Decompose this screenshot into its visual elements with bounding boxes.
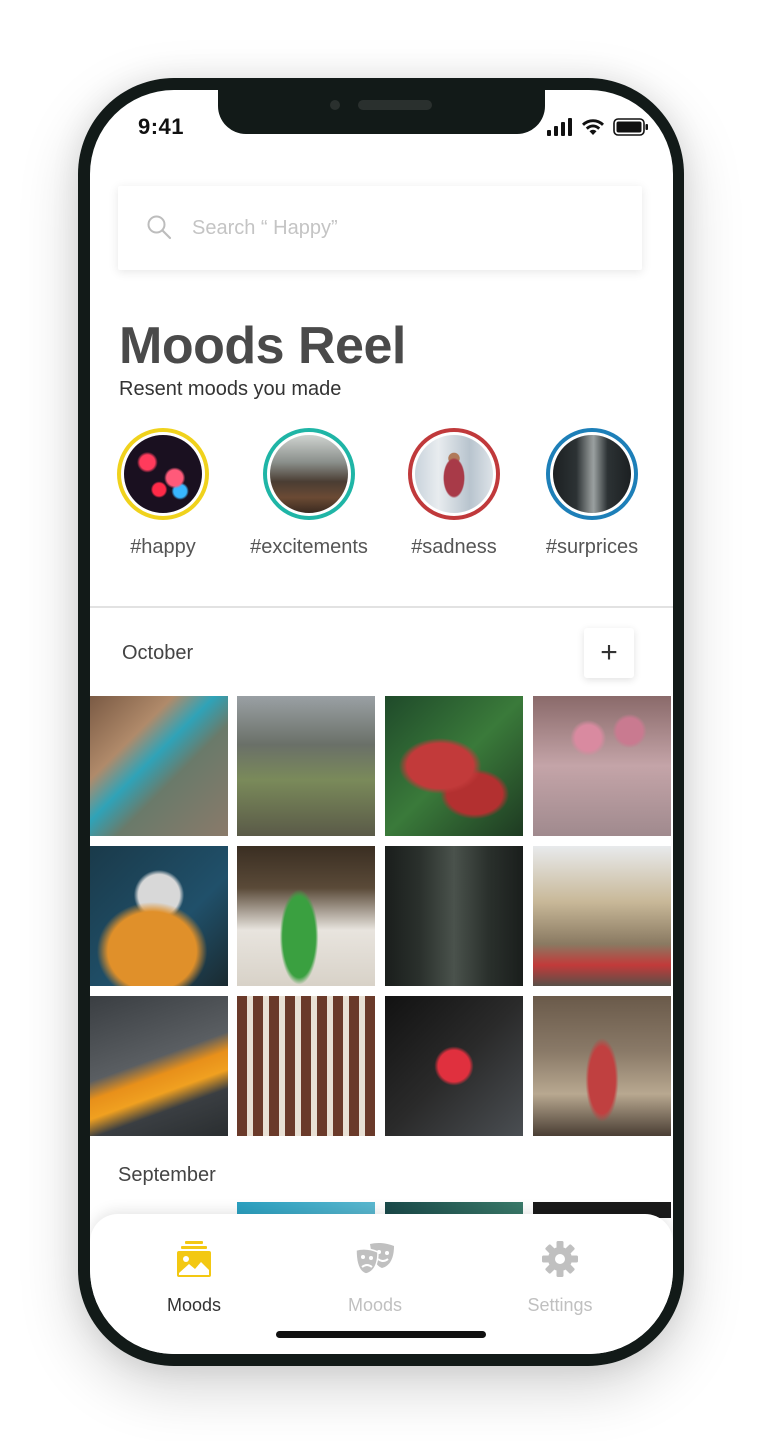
month-label-october: October bbox=[122, 642, 194, 664]
gear-icon bbox=[542, 1241, 578, 1277]
page-subtitle: Resent moods you made bbox=[119, 378, 342, 400]
story-label: #sadness bbox=[411, 536, 497, 558]
wifi-icon bbox=[582, 119, 604, 135]
story-label: #excitements bbox=[250, 536, 368, 558]
photo-tile[interactable] bbox=[90, 996, 228, 1136]
story-label: #happy bbox=[130, 536, 196, 558]
speaker-grille bbox=[358, 100, 432, 110]
cellular-signal-icon bbox=[547, 118, 572, 136]
tab-label: Moods bbox=[166, 1295, 222, 1315]
tab-label: Settings bbox=[527, 1295, 593, 1315]
photo-tile[interactable] bbox=[237, 696, 375, 836]
story-thumbnail bbox=[121, 432, 205, 516]
story-ring bbox=[263, 428, 355, 520]
add-mood-button[interactable]: + bbox=[584, 628, 634, 678]
photo-tile[interactable] bbox=[90, 696, 228, 836]
photo-tile[interactable] bbox=[385, 846, 523, 986]
tab-moods-masks[interactable]: Moods bbox=[300, 1240, 450, 1316]
month-label-september: September bbox=[118, 1164, 216, 1186]
camera-dot bbox=[330, 100, 340, 110]
photo-tile[interactable] bbox=[385, 996, 523, 1136]
photo-stack-icon bbox=[177, 1241, 211, 1277]
photo-tile[interactable] bbox=[90, 846, 228, 986]
search-input[interactable] bbox=[192, 208, 612, 248]
story-ring bbox=[546, 428, 638, 520]
page-title: Moods Reel bbox=[119, 317, 406, 375]
battery-icon bbox=[613, 118, 648, 136]
story-thumbnail bbox=[550, 432, 634, 516]
search-icon bbox=[147, 215, 172, 240]
story-label: #surprices bbox=[545, 536, 639, 558]
photo-tile[interactable] bbox=[237, 996, 375, 1136]
photo-tile[interactable] bbox=[533, 996, 671, 1136]
photo-tile[interactable] bbox=[533, 846, 671, 986]
story-ring bbox=[408, 428, 500, 520]
tab-label: Moods bbox=[347, 1295, 403, 1315]
story-excitements[interactable]: #excitements bbox=[234, 428, 384, 559]
tab-moods-gallery[interactable]: Moods bbox=[119, 1240, 269, 1316]
phone-screen: 9:41 Moods Reel Resent moods you made bbox=[90, 90, 673, 1354]
story-surprices[interactable]: #surprices bbox=[517, 428, 667, 559]
notch bbox=[218, 90, 545, 134]
status-time: 9:41 bbox=[138, 114, 185, 139]
status-icons bbox=[547, 118, 649, 136]
story-happy[interactable]: #happy bbox=[90, 428, 238, 559]
photo-tile[interactable] bbox=[385, 696, 523, 836]
search-bar[interactable] bbox=[118, 186, 642, 270]
story-thumbnail bbox=[412, 432, 496, 516]
photo-tile[interactable] bbox=[533, 696, 671, 836]
story-ring bbox=[117, 428, 209, 520]
section-divider bbox=[90, 606, 673, 608]
story-thumbnail bbox=[267, 432, 351, 516]
photo-tile[interactable] bbox=[237, 846, 375, 986]
story-sadness[interactable]: #sadness bbox=[379, 428, 529, 559]
theater-masks-icon bbox=[355, 1242, 394, 1275]
home-indicator[interactable] bbox=[276, 1331, 486, 1338]
tab-settings[interactable]: Settings bbox=[485, 1240, 635, 1316]
